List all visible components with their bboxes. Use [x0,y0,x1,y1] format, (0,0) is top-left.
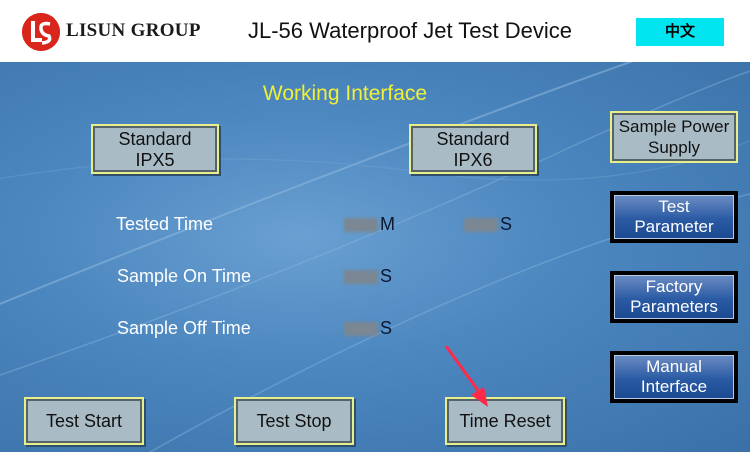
working-panel: Working Interface Standard IPX5 Standard… [0,62,750,452]
lisun-logo-icon [22,13,60,51]
language-button[interactable]: 中文 [636,18,724,46]
annotation-arrow-icon [444,345,488,407]
page-title: JL-56 Waterproof Jet Test Device [247,18,573,43]
logo-text: LISUN GROUP [66,20,201,41]
header-bar: LISUN GROUP JL-56 Waterproof Jet Test De… [0,0,750,62]
